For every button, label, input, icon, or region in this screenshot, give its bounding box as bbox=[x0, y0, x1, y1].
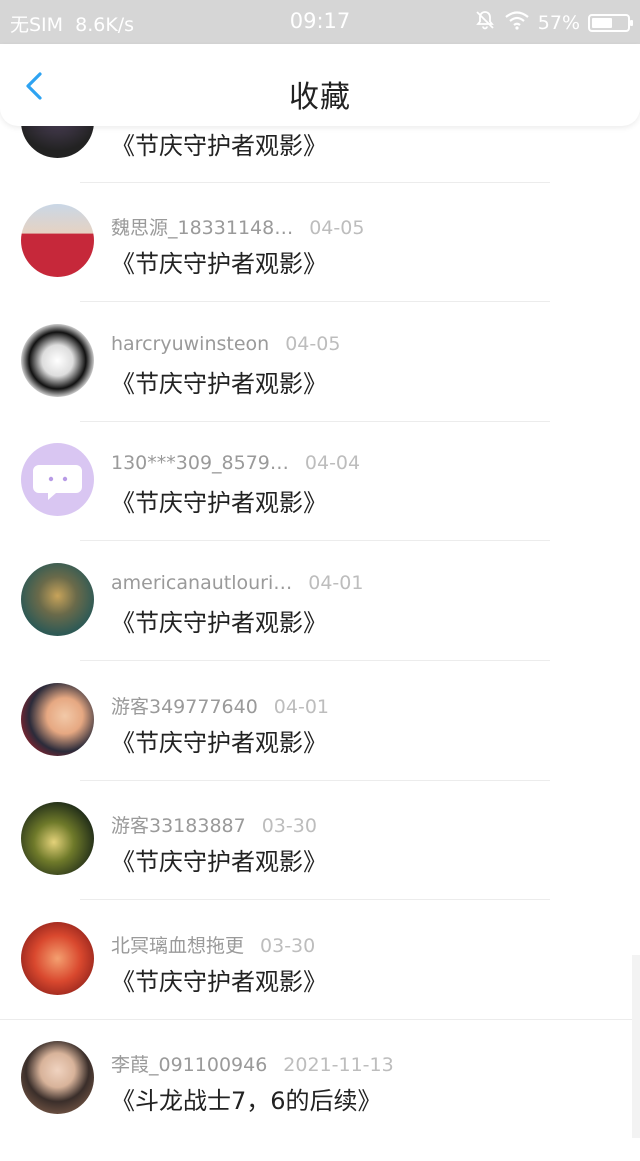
chat-bubble-icon bbox=[33, 465, 82, 500]
divider bbox=[80, 780, 550, 781]
list-item[interactable]: 游客349777640 04-01 《节庆守护者观影》 bbox=[0, 683, 640, 803]
list-item[interactable]: 魏思源_18331148… 04-05 《节庆守护者观影》 bbox=[0, 204, 640, 324]
post-date: 03-30 bbox=[261, 815, 317, 837]
battery-percent: 57% bbox=[537, 11, 580, 34]
avatar bbox=[21, 1041, 94, 1114]
list-item[interactable]: 130***309_8579… 04-04 《节庆守护者观影》 bbox=[0, 443, 640, 563]
avatar bbox=[21, 204, 94, 277]
status-bar: 无SIM 8.6K/s 09:17 57% bbox=[0, 0, 640, 44]
item-meta: 游客349777640 04-01 bbox=[111, 692, 329, 719]
item-meta: 李葭_091100946 2021-11-13 bbox=[111, 1050, 394, 1077]
list-item[interactable]: harcryuwinsteon 04-05 《节庆守护者观影》 bbox=[0, 324, 640, 444]
username[interactable]: 李葭_091100946 bbox=[111, 1054, 267, 1076]
divider bbox=[80, 899, 550, 900]
item-meta: americanautlouri… 04-01 bbox=[111, 572, 363, 594]
scroll-indicator bbox=[632, 955, 640, 1138]
divider bbox=[80, 421, 550, 422]
post-date: 04-01 bbox=[273, 696, 330, 718]
item-title: 《节庆守护者观影》 bbox=[111, 609, 327, 637]
post-date: 03-30 bbox=[260, 935, 316, 957]
divider bbox=[0, 1019, 640, 1020]
battery-icon bbox=[588, 13, 633, 32]
item-title: 《节庆守护者观影》 bbox=[111, 968, 327, 996]
item-title: 《节庆守护者观影》 bbox=[111, 132, 327, 160]
list-item[interactable]: 游客33183887 03-30 《节庆守护者观影》 bbox=[0, 802, 640, 922]
list-item[interactable]: 北冥璃血想拖更 03-30 《节庆守护者观影》 bbox=[0, 922, 640, 1042]
item-meta: 游客33183887 03-30 bbox=[111, 811, 317, 838]
item-title: 《节庆守护者观影》 bbox=[111, 848, 327, 876]
divider bbox=[80, 182, 550, 183]
username[interactable]: 游客349777640 bbox=[111, 696, 258, 718]
post-date: 04-01 bbox=[308, 572, 364, 594]
nav-bar: 收藏 bbox=[0, 44, 640, 126]
divider bbox=[80, 660, 550, 661]
item-title: 《节庆守护者观影》 bbox=[111, 729, 327, 757]
item-meta: harcryuwinsteon 04-05 bbox=[111, 333, 340, 355]
item-meta: 北冥璃血想拖更 03-30 bbox=[111, 931, 315, 958]
avatar bbox=[21, 443, 94, 516]
item-title: 《节庆守护者观影》 bbox=[111, 250, 327, 278]
post-date: 04-04 bbox=[304, 452, 361, 474]
username[interactable]: 北冥璃血想拖更 bbox=[111, 935, 244, 957]
username[interactable]: 魏思源_18331148… bbox=[111, 217, 293, 239]
bell-muted-icon bbox=[474, 9, 496, 36]
item-title: 《节庆守护者观影》 bbox=[111, 489, 327, 517]
avatar bbox=[21, 324, 94, 397]
username[interactable]: 130***309_8579… bbox=[111, 452, 289, 474]
avatar bbox=[21, 683, 94, 756]
status-icons: 57% bbox=[474, 9, 633, 36]
list-item[interactable]: 李葭_091100946 2021-11-13 《斗龙战士7，6的后续》 bbox=[0, 1041, 640, 1161]
divider bbox=[80, 301, 550, 302]
post-date: 04-05 bbox=[309, 217, 365, 239]
avatar bbox=[21, 802, 94, 875]
item-meta: 魏思源_18331148… 04-05 bbox=[111, 213, 364, 240]
page-title: 收藏 bbox=[289, 80, 351, 115]
username[interactable]: harcryuwinsteon bbox=[111, 333, 269, 355]
avatar bbox=[21, 922, 94, 995]
item-meta: 130***309_8579… 04-04 bbox=[111, 452, 360, 474]
username[interactable]: 游客33183887 bbox=[111, 815, 246, 837]
item-title: 《节庆守护者观影》 bbox=[111, 370, 327, 398]
avatar bbox=[21, 563, 94, 636]
post-date: 04-05 bbox=[285, 333, 341, 355]
username[interactable]: americanautlouri… bbox=[111, 572, 292, 594]
item-title: 《斗龙战士7，6的后续》 bbox=[111, 1087, 382, 1115]
post-date: 2021-11-13 bbox=[283, 1054, 394, 1076]
list-item[interactable]: americanautlouri… 04-01 《节庆守护者观影》 bbox=[0, 563, 640, 683]
wifi-icon bbox=[504, 10, 530, 35]
divider bbox=[80, 540, 550, 541]
